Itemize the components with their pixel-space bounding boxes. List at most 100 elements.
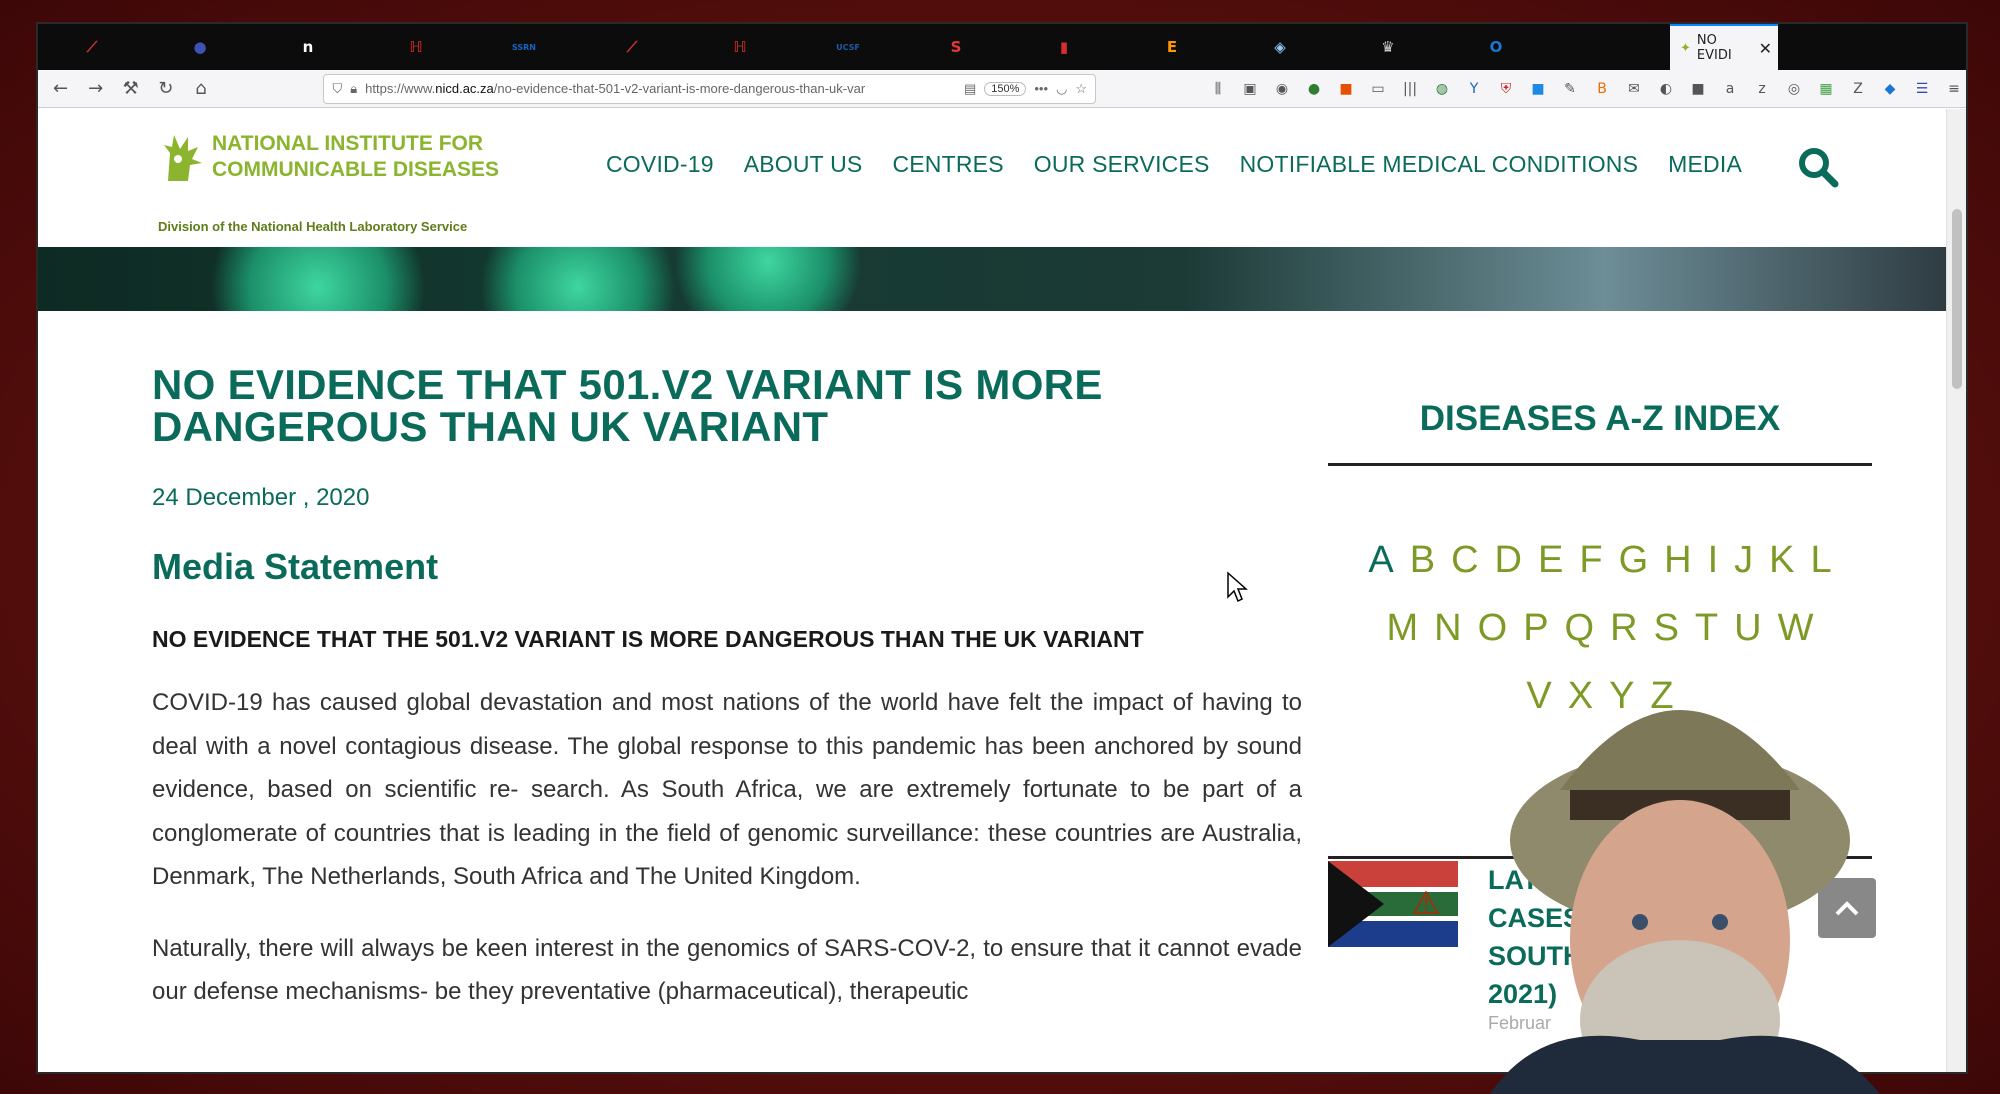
extension-black-icon[interactable]: ■ xyxy=(1686,77,1710,101)
diseases-az-title: DISEASES A-Z INDEX xyxy=(1328,399,1872,466)
scrollbar-thumb[interactable] xyxy=(1952,209,1962,389)
hh-icon: ℍ xyxy=(409,38,423,56)
extension-green-icon[interactable]: ● xyxy=(1302,77,1326,101)
navigation-toolbar: ← → ⚒ ↻ ⌂ ⛉ 🔒︎ https://www.nicd.ac.za/no… xyxy=(38,70,1966,108)
az-letter-j[interactable]: J xyxy=(1734,526,1755,594)
az-letter-e[interactable]: E xyxy=(1538,526,1565,594)
logo-line-1: NATIONAL INSTITUTE FOR xyxy=(212,132,484,155)
sidebar-icon[interactable]: ▣ xyxy=(1238,77,1262,101)
browser-tab[interactable]: ▮ xyxy=(1010,24,1118,70)
circle-icon: ● xyxy=(193,38,207,56)
article-title: NO EVIDENCE THAT 501.V2 VARIANT IS MORE … xyxy=(152,361,1103,450)
extension-green-badge-icon[interactable]: ▦ xyxy=(1814,77,1838,101)
extension-orange-icon[interactable]: ■ xyxy=(1334,77,1358,101)
hero-banner xyxy=(38,247,1948,311)
nav-media[interactable]: MEDIA xyxy=(1668,151,1742,178)
nav-our-services[interactable]: OUR SERVICES xyxy=(1034,151,1210,178)
article: NO EVIDENCE THAT 501.V2 VARIANT IS MORE … xyxy=(152,364,1302,1014)
extension-b-icon[interactable]: B xyxy=(1590,77,1614,101)
nav-notifiable-medical-conditions[interactable]: NOTIFIABLE MEDICAL CONDITIONS xyxy=(1240,151,1639,178)
extension-globe-icon[interactable]: ◍ xyxy=(1430,77,1454,101)
more-actions-icon[interactable]: ••• xyxy=(1034,81,1048,96)
browser-tab[interactable]: ℍ xyxy=(686,24,794,70)
hh-icon: ℍ xyxy=(733,38,747,56)
extension-bars-icon[interactable]: ||| xyxy=(1398,77,1422,101)
browser-tab[interactable]: UCSF xyxy=(794,24,902,70)
az-letter-d[interactable]: D xyxy=(1495,526,1524,594)
article-date: 24 December , 2020 xyxy=(152,484,370,511)
extension-list-icon[interactable]: ☰ xyxy=(1910,77,1934,101)
browser-tab[interactable]: ⟋ xyxy=(578,24,686,70)
browser-tab[interactable]: ⟋ xyxy=(38,24,146,70)
address-bar[interactable]: ⛉ 🔒︎ https://www.nicd.ac.za/no-evidence-… xyxy=(323,73,1097,104)
search-icon[interactable] xyxy=(1796,145,1840,189)
s-icon: S xyxy=(950,38,962,56)
nicd-logo[interactable]: NATIONAL INSTITUTE FOR COMMUNICABLE DISE… xyxy=(158,131,499,187)
shield-icon[interactable]: ⛉ xyxy=(332,81,342,97)
extension-ublock-icon[interactable]: ⛨ xyxy=(1494,77,1518,101)
nav-covid-19[interactable]: COVID-19 xyxy=(606,151,714,178)
shield-icon: ◈ xyxy=(1274,38,1286,56)
o-icon: O xyxy=(1489,38,1503,56)
extension-a-icon[interactable]: a xyxy=(1718,77,1742,101)
az-letter-b[interactable]: B xyxy=(1410,526,1437,594)
extension-mail-icon[interactable]: ✉ xyxy=(1622,77,1646,101)
feather-icon: ⟋ xyxy=(626,38,638,56)
logo-mark-icon xyxy=(164,135,202,181)
extensions-toolbar: ⫼ ▣ ◉ ● ■ ▭ ||| ◍ Y ⛨ ■ ✎ B ✉ ◐ ■ a z ◎ … xyxy=(1206,77,1966,101)
menu-icon[interactable]: ≡ xyxy=(1942,77,1966,101)
az-letter-k[interactable]: K xyxy=(1769,526,1796,594)
az-letter-f[interactable]: F xyxy=(1579,526,1604,594)
nav-about-us[interactable]: ABOUT US xyxy=(744,151,863,178)
bookmark-star-icon[interactable]: ☆ xyxy=(1075,81,1087,97)
home-icon[interactable]: ⌂ xyxy=(188,76,213,102)
extension-circle-icon[interactable]: ◎ xyxy=(1782,77,1806,101)
active-browser-tab[interactable]: ✦ NO EVIDI ✕ xyxy=(1670,24,1778,70)
extension-blue-icon[interactable]: ■ xyxy=(1526,77,1550,101)
url-text[interactable]: https://www.nicd.ac.za/no-evidence-that-… xyxy=(365,81,956,96)
zoom-level[interactable]: 150% xyxy=(984,81,1027,96)
browser-tab[interactable]: ℍ xyxy=(362,24,470,70)
browser-tab[interactable]: ● xyxy=(146,24,254,70)
article-paragraph-2: Naturally, there will always be keen int… xyxy=(152,934,1302,1006)
extension-z-icon[interactable]: z xyxy=(1750,77,1774,101)
wrench-icon[interactable]: ⚒ xyxy=(118,76,143,102)
logo-subtitle: Division of the National Health Laborato… xyxy=(158,219,468,234)
pocket-icon[interactable]: ◡ xyxy=(1056,81,1067,97)
extension-doc-icon[interactable]: ▭ xyxy=(1366,77,1390,101)
az-letter-l[interactable]: L xyxy=(1811,526,1834,594)
nav-centres[interactable]: CENTRES xyxy=(892,151,1003,178)
az-letter-a[interactable]: A xyxy=(1368,526,1395,594)
browser-tab[interactable]: ◈ xyxy=(1226,24,1334,70)
extension-y-icon[interactable]: Y xyxy=(1462,77,1486,101)
extension-blue-tag-icon[interactable]: ◆ xyxy=(1878,77,1902,101)
browser-tab[interactable]: n xyxy=(254,24,362,70)
az-letter-g[interactable]: G xyxy=(1619,526,1651,594)
browser-tab[interactable]: S xyxy=(902,24,1010,70)
site-header: NATIONAL INSTITUTE FOR COMMUNICABLE DISE… xyxy=(38,109,1948,247)
browser-tab[interactable]: E xyxy=(1118,24,1226,70)
ucsf-icon: UCSF xyxy=(836,42,860,52)
article-paragraph-1: COVID-19 has caused global devastation a… xyxy=(152,689,1302,890)
lock-icon[interactable]: 🔒︎ xyxy=(350,81,357,97)
reload-icon[interactable]: ↻ xyxy=(153,76,178,102)
az-letter-c[interactable]: C xyxy=(1451,526,1480,594)
browser-tab[interactable]: SSRN xyxy=(470,24,578,70)
nicd-favicon-icon: ✦ xyxy=(1680,40,1691,56)
main-navigation: COVID-19 ABOUT US CENTRES OUR SERVICES N… xyxy=(606,151,1742,178)
account-icon[interactable]: ◉ xyxy=(1270,77,1294,101)
reader-view-icon[interactable]: ▤ xyxy=(964,81,976,97)
browser-tab[interactable]: ♛ xyxy=(1334,24,1442,70)
az-letter-i[interactable]: I xyxy=(1708,526,1721,594)
extension-zotero-icon[interactable]: Z xyxy=(1846,77,1870,101)
extension-pen-icon[interactable]: ✎ xyxy=(1558,77,1582,101)
forward-icon[interactable]: → xyxy=(83,76,108,102)
az-letter-h[interactable]: H xyxy=(1664,526,1693,594)
article-lead: NO EVIDENCE THAT THE 501.V2 VARIANT IS M… xyxy=(152,626,1144,652)
extension-gray-icon[interactable]: ◐ xyxy=(1654,77,1678,101)
browser-tab[interactable]: O xyxy=(1442,24,1550,70)
n-icon: n xyxy=(302,38,314,56)
close-tab-icon[interactable]: ✕ xyxy=(1759,39,1772,58)
library-icon[interactable]: ⫼ xyxy=(1206,77,1230,101)
back-icon[interactable]: ← xyxy=(48,76,73,102)
